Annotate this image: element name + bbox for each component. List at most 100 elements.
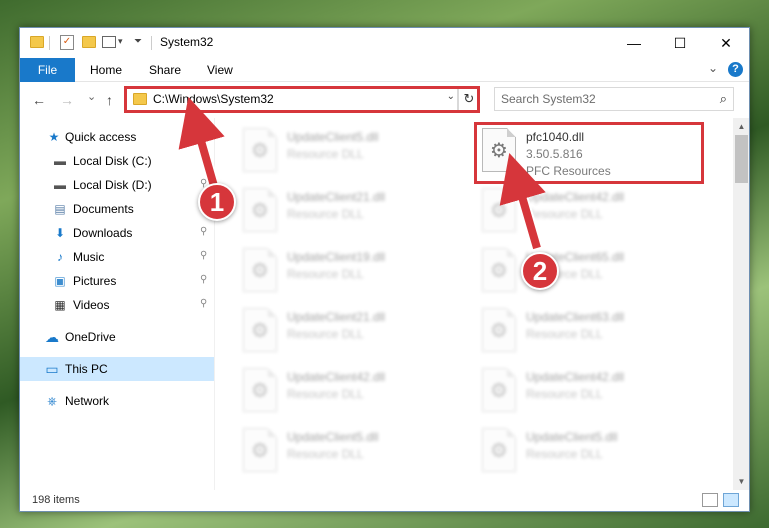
dll-file-icon: ⚙ (482, 248, 516, 292)
gear-icon: ⚙ (251, 140, 269, 162)
vertical-scrollbar[interactable]: ▲ ▼ (733, 118, 749, 490)
sidebar-item-music[interactable]: ♪ Music ⚲ (20, 245, 214, 269)
details-view-icon[interactable] (702, 493, 718, 507)
forward-button[interactable]: → (60, 92, 74, 108)
dll-file-icon: ⚙ (243, 188, 277, 232)
pin-icon[interactable]: ⚲ (200, 226, 207, 237)
file-item[interactable]: ⚙ UpdateClient42.dll Resource DLL (239, 364, 459, 420)
maximize-button[interactable]: ☐ (657, 28, 703, 58)
gear-icon: ⚙ (490, 380, 508, 402)
file-item[interactable]: ⚙ UpdateClient5.dll Resource DLL (478, 424, 698, 480)
file-highlight-box (474, 122, 704, 184)
scroll-thumb[interactable] (735, 135, 748, 183)
drive-icon: ▬ (54, 178, 66, 192)
tab-view[interactable]: View (207, 63, 233, 77)
sidebar-item-label: Network (65, 394, 110, 408)
sidebar-item-onedrive[interactable]: ☁ OneDrive (20, 325, 214, 349)
file-name: UpdateClient19.dll (287, 250, 386, 264)
file-type: Resource DLL (287, 207, 364, 221)
folder-icon (30, 36, 44, 48)
sidebar-item-pictures[interactable]: ▣ Pictures ⚲ (20, 269, 214, 293)
step-1-badge: 1 (198, 183, 236, 221)
file-name: UpdateClient5.dll (287, 430, 379, 444)
pin-icon[interactable]: ⚲ (200, 298, 207, 309)
properties-icon[interactable]: ✓ (60, 35, 74, 50)
pin-icon[interactable]: ⚲ (200, 274, 207, 285)
tab-share[interactable]: Share (149, 63, 181, 77)
file-type: Resource DLL (287, 447, 364, 461)
computer-icon: ▭ (45, 360, 59, 377)
dll-file-icon: ⚙ (482, 428, 516, 472)
recent-locations-button[interactable]: ⌄ (87, 90, 96, 103)
address-highlight-box (124, 86, 480, 113)
gear-icon: ⚙ (251, 200, 269, 222)
sidebar-item-downloads[interactable]: ⬇ Downloads ⚲ (20, 221, 214, 245)
scroll-up-icon[interactable]: ▲ (733, 118, 749, 135)
dll-file-icon: ⚙ (243, 368, 277, 412)
file-type: Resource DLL (526, 447, 603, 461)
item-count: 198 items (32, 494, 80, 506)
scroll-down-icon[interactable]: ▼ (733, 473, 749, 490)
search-input[interactable]: Search System32 ⌕ (494, 87, 734, 111)
tab-file[interactable]: File (20, 58, 75, 82)
qat-dropdown-icon[interactable]: ▾ (118, 36, 123, 47)
file-item[interactable]: ⚙ UpdateClient65.dll Resource DLL (478, 244, 698, 300)
dll-file-icon: ⚙ (243, 128, 277, 172)
sidebar-item-label: This PC (65, 362, 108, 376)
sidebar-item-this-pc[interactable]: ▭ This PC (20, 357, 214, 381)
file-item[interactable]: ⚙ UpdateClient5.dll Resource DLL (239, 424, 459, 480)
gear-icon: ⚙ (490, 320, 508, 342)
back-button[interactable]: ← (32, 92, 46, 108)
file-type: Resource DLL (526, 327, 603, 341)
gear-icon: ⚙ (251, 380, 269, 402)
file-item[interactable]: ⚙ UpdateClient19.dll Resource DLL (239, 244, 459, 300)
gear-icon: ⚙ (251, 260, 269, 282)
sidebar-item-network[interactable]: ⎈ Network (20, 389, 214, 413)
help-icon[interactable]: ? (728, 62, 743, 77)
sidebar-item-videos[interactable]: ▦ Videos ⚲ (20, 293, 214, 317)
file-item[interactable]: ⚙ UpdateClient42.dll Resource DLL (478, 364, 698, 420)
file-name: UpdateClient42.dll (526, 190, 625, 204)
tab-home[interactable]: Home (90, 63, 122, 77)
close-button[interactable]: ✕ (703, 28, 749, 58)
gear-icon: ⚙ (251, 320, 269, 342)
sidebar-item-label: Local Disk (C:) (73, 154, 152, 168)
drive-icon: ▬ (54, 154, 66, 168)
file-item[interactable]: ⚙ UpdateClient63.dll Resource DLL (478, 304, 698, 360)
file-name: UpdateClient21.dll (287, 310, 386, 324)
documents-icon: ▤ (54, 202, 66, 216)
file-type: Resource DLL (526, 387, 603, 401)
file-item[interactable]: ⚙ UpdateClient5.dll Resource DLL (239, 124, 459, 180)
pin-icon[interactable]: ⚲ (200, 250, 207, 261)
file-name: UpdateClient5.dll (287, 130, 379, 144)
downloads-icon: ⬇ (54, 226, 66, 240)
gear-icon: ⚙ (490, 440, 508, 462)
new-folder-icon[interactable] (82, 36, 96, 48)
dll-file-icon: ⚙ (243, 248, 277, 292)
pictures-icon: ▣ (54, 274, 66, 288)
file-type: Resource DLL (526, 207, 603, 221)
customize-view-icon[interactable] (102, 36, 116, 48)
file-item[interactable]: ⚙ UpdateClient42.dll Resource DLL (478, 184, 698, 240)
large-icons-view-icon[interactable] (723, 493, 739, 507)
minimize-button[interactable]: — (611, 28, 657, 58)
file-name: UpdateClient21.dll (287, 190, 386, 204)
sidebar-item-label: Downloads (73, 226, 133, 240)
dll-file-icon: ⚙ (482, 368, 516, 412)
dll-file-icon: ⚙ (243, 308, 277, 352)
search-icon[interactable]: ⌕ (720, 91, 727, 107)
ribbon-collapse-icon[interactable]: ⌄ (708, 61, 718, 75)
sidebar-item-label: Music (73, 250, 105, 264)
sidebar-item-local-disk-d[interactable]: ▬ Local Disk (D:) ⚲ (20, 173, 214, 197)
file-name: UpdateClient63.dll (526, 310, 625, 324)
gear-icon: ⚙ (490, 200, 508, 222)
file-item[interactable]: ⚙ UpdateClient21.dll Resource DLL (239, 304, 459, 360)
sidebar-item-local-disk-c[interactable]: ▬ Local Disk (C:) ⚲ (20, 149, 214, 173)
sidebar-item-documents[interactable]: ▤ Documents ⚲ (20, 197, 214, 221)
sidebar-item-quick-access[interactable]: ★ Quick access (20, 125, 214, 149)
navigation-pane: ★ Quick access ▬ Local Disk (C:) ⚲ ▬ Loc… (20, 118, 214, 490)
qat-customize-icon[interactable]: ⏷ (134, 36, 142, 47)
up-button[interactable]: ↑ (106, 92, 113, 108)
file-item[interactable]: ⚙ UpdateClient21.dll Resource DLL (239, 184, 459, 240)
pin-icon[interactable]: ⚲ (200, 154, 207, 165)
